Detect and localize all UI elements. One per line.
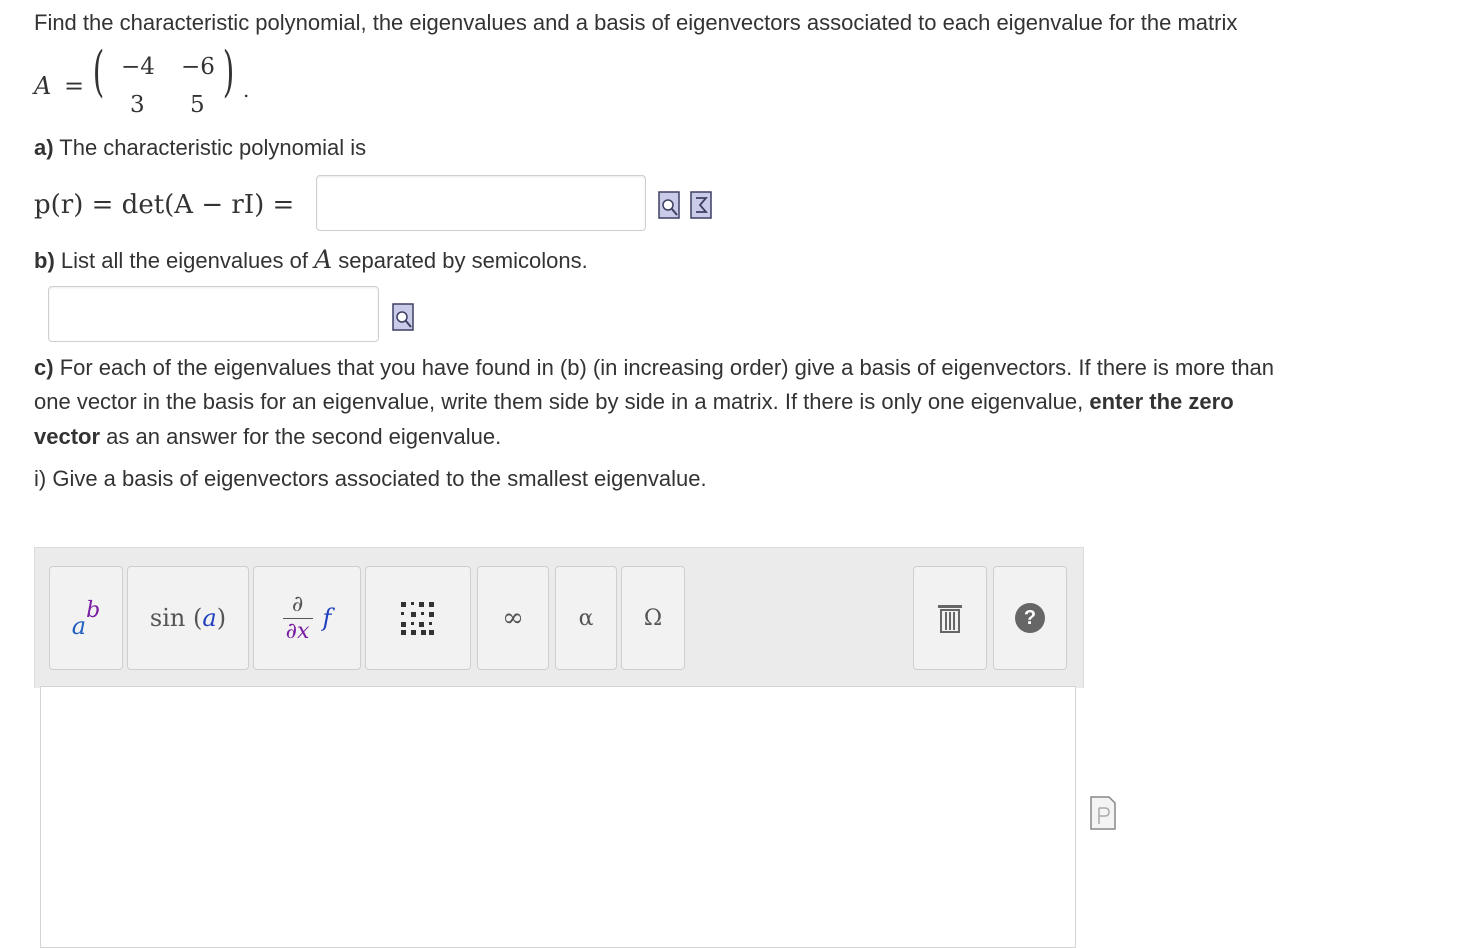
derivative-denominator: ∂x [285,618,310,644]
matrix-grid-icon [401,602,434,635]
matrix-name: A [34,72,52,100]
preview-icon[interactable] [1090,796,1116,830]
power-button[interactable]: ab [49,566,123,670]
help-icon: ? [1015,603,1045,633]
part-a-label: a) [34,135,54,160]
characteristic-polynomial-input[interactable] [316,175,646,231]
part-c-line-3: vector as an answer for the second eigen… [34,424,502,449]
question-intro: Find the characteristic polynomial, the … [34,10,1238,35]
sin-argument: a [202,604,217,632]
math-editor-toolbar: ab sin (a) ∂ ∂x f ∞ α Ω ? [34,547,1084,688]
derivative-function: f [322,604,332,632]
matrix-period: . [243,78,250,102]
equation-editor-icon[interactable] [690,190,714,220]
alpha-symbol: α [578,605,594,631]
greek-button[interactable]: α [555,566,617,670]
part-a-text: The characteristic polynomial is [59,135,367,160]
part-b-symbol: A [314,245,333,274]
part-c-line-1: c) For each of the eigenvalues that you … [34,355,1275,380]
matrix-left-paren: ( [92,40,105,103]
part-c-label: c) [34,355,54,380]
preview-icon[interactable] [392,302,416,332]
power-exponent: b [86,597,101,623]
infinity-symbol: ∞ [502,603,524,633]
part-a-formula: p(r) = det(A − rI) = [34,190,295,220]
matrix-right-paren: ) [222,40,235,103]
part-c-i-prompt: i) Give a basis of eigenvectors associat… [34,466,707,491]
matrix-cell-2-1: 3 [130,92,145,118]
special-symbols-button[interactable]: Ω [621,566,685,670]
part-c-line-2: one vector in the basis for an eigenvalu… [34,389,1234,414]
matrix-cell-1-2: −6 [181,54,215,80]
trash-icon [938,605,962,633]
clear-button[interactable] [913,566,987,670]
derivative-numerator: ∂ [291,591,304,617]
function-button[interactable]: sin (a) [127,566,249,670]
eigenvector-answer-editor[interactable] [40,686,1076,948]
power-base: a [71,612,87,640]
part-b-text-after: separated by semicolons. [338,248,588,273]
omega-symbol: Ω [643,605,663,631]
derivative-button[interactable]: ∂ ∂x f [253,566,361,670]
part-a-prompt: a) The characteristic polynomial is [34,135,366,161]
matrix-cell-2-2: 5 [190,92,205,118]
matrix-cell-1-1: −4 [121,54,155,80]
infinity-button[interactable]: ∞ [477,566,549,670]
preview-icon[interactable] [658,190,682,220]
part-b-text-before: List all the eigenvalues of [60,248,308,273]
part-b-prompt: b) List all the eigenvalues of A separat… [34,245,588,274]
sin-label: sin [149,604,186,632]
eigenvalues-input[interactable] [48,286,379,342]
equals-sign: = [64,72,85,100]
matrix-button[interactable] [365,566,471,670]
help-button[interactable]: ? [993,566,1067,670]
part-b-label: b) [34,248,55,273]
